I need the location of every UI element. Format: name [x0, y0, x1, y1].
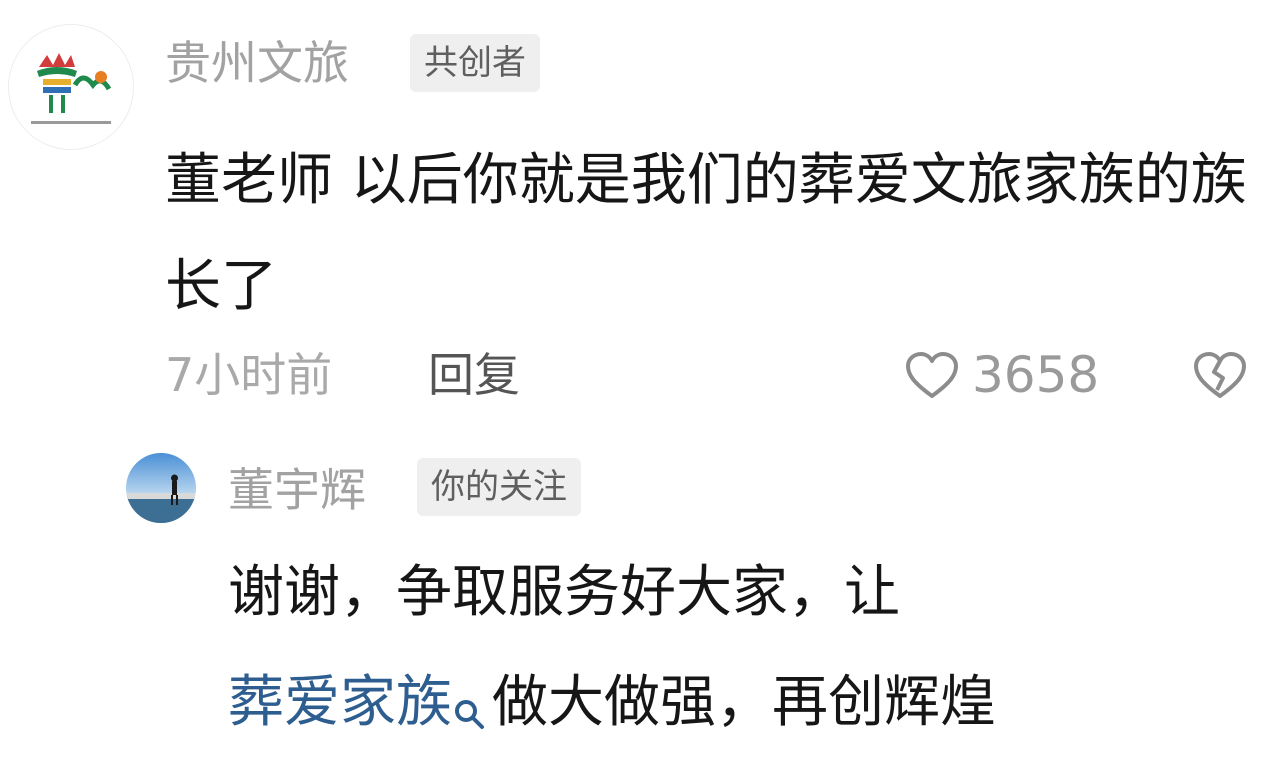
- search-icon[interactable]: [452, 668, 486, 729]
- heart-outline-icon[interactable]: [904, 350, 960, 400]
- guizhou-tourism-logo-icon: [9, 25, 133, 149]
- hashtag-link[interactable]: 葬爱家族: [228, 670, 452, 735]
- reply-author[interactable]: 董宇辉: [228, 458, 366, 522]
- comment-author[interactable]: 贵州文旅: [165, 28, 349, 98]
- broken-heart-icon[interactable]: [1192, 350, 1248, 400]
- reply-button[interactable]: 回复: [428, 340, 520, 410]
- avatar-reply-user[interactable]: [126, 453, 196, 523]
- user-photo-avatar-icon: [126, 453, 196, 523]
- reply-text-line1: 谢谢，争取服务好大家，让: [228, 560, 900, 625]
- reply-text-line2-rest: 做大做强，再创辉煌: [492, 670, 996, 735]
- avatar-guizhou-tourism[interactable]: [8, 24, 134, 150]
- comment-text: 董老师 以后你就是我们的葬爱文旅家族的族长了: [165, 148, 1247, 319]
- creator-badge: 共创者: [410, 34, 540, 92]
- reply-text-line2: 葬爱家族 做大做强，再创辉煌: [228, 658, 996, 748]
- comment-timestamp: 7小时前: [165, 348, 333, 402]
- like-count: 3658: [972, 346, 1100, 404]
- following-badge: 你的关注: [417, 458, 581, 516]
